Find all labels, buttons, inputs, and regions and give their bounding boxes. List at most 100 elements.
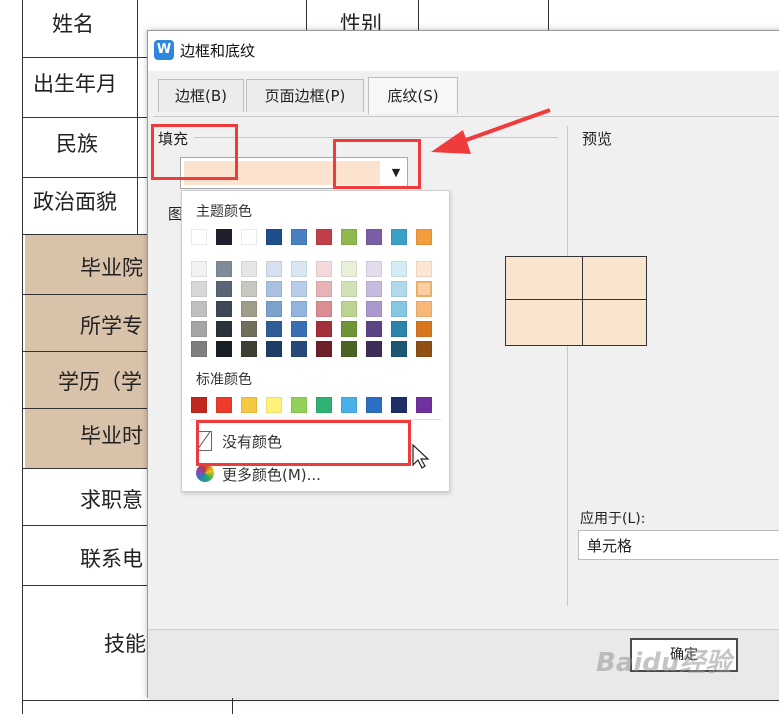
label-job-intention: 求职意 xyxy=(80,488,143,512)
theme-shade-swatch[interactable] xyxy=(291,341,307,357)
theme-shade-swatch[interactable] xyxy=(416,261,432,277)
apply-to-label: 应用于(L): xyxy=(580,511,646,527)
color-wheel-icon xyxy=(196,464,214,482)
theme-shade-swatch[interactable] xyxy=(216,281,232,297)
annotation-arrow-icon xyxy=(431,108,551,154)
theme-shade-swatch[interactable] xyxy=(316,321,332,337)
annotation-box-dropdown xyxy=(333,139,421,189)
theme-shade-swatch[interactable] xyxy=(416,301,432,317)
wps-app-icon: W xyxy=(154,40,174,60)
label-major: 所学专 xyxy=(80,314,143,338)
theme-shade-swatch[interactable] xyxy=(341,301,357,317)
theme-color-swatch[interactable] xyxy=(216,229,232,245)
theme-shade-swatch[interactable] xyxy=(241,281,257,297)
theme-shade-swatch[interactable] xyxy=(216,321,232,337)
theme-color-swatch[interactable] xyxy=(266,229,282,245)
label-skills: 技能 xyxy=(104,632,146,656)
tab-borders[interactable]: 边框(B) xyxy=(158,79,244,112)
standard-color-swatch[interactable] xyxy=(191,397,207,413)
theme-shade-swatch[interactable] xyxy=(316,301,332,317)
theme-color-swatch[interactable] xyxy=(291,229,307,245)
theme-color-swatch[interactable] xyxy=(241,229,257,245)
standard-colors-title: 标准颜色 xyxy=(196,372,252,388)
theme-color-swatch[interactable] xyxy=(391,229,407,245)
dialog-title: 边框和底纹 xyxy=(180,42,256,60)
standard-color-swatch[interactable] xyxy=(391,397,407,413)
theme-shade-swatch[interactable] xyxy=(191,341,207,357)
theme-shade-swatch[interactable] xyxy=(416,341,432,357)
theme-shade-swatch[interactable] xyxy=(191,301,207,317)
more-colors-label: 更多颜色(M)... xyxy=(222,466,321,484)
theme-shade-swatch[interactable] xyxy=(341,341,357,357)
label-graduation-time: 毕业时 xyxy=(80,424,143,448)
standard-color-swatch[interactable] xyxy=(366,397,382,413)
theme-shade-swatch[interactable] xyxy=(366,261,382,277)
theme-shade-swatch[interactable] xyxy=(416,321,432,337)
theme-shade-swatch[interactable] xyxy=(366,281,382,297)
theme-shade-swatch[interactable] xyxy=(266,321,282,337)
label-name: 姓名 xyxy=(52,12,94,36)
theme-shade-swatch[interactable] xyxy=(191,261,207,277)
theme-shade-swatch[interactable] xyxy=(391,261,407,277)
theme-shade-swatch[interactable] xyxy=(391,341,407,357)
label-political: 政治面貌 xyxy=(33,190,117,214)
theme-shade-swatch[interactable] xyxy=(366,341,382,357)
standard-color-swatch[interactable] xyxy=(291,397,307,413)
mouse-cursor-icon xyxy=(412,444,430,469)
theme-shade-swatch[interactable] xyxy=(391,321,407,337)
theme-shade-swatch[interactable] xyxy=(291,301,307,317)
theme-color-swatch[interactable] xyxy=(316,229,332,245)
theme-shade-swatch[interactable] xyxy=(191,281,207,297)
preview-label: 预览 xyxy=(582,130,613,148)
theme-shade-swatch[interactable] xyxy=(316,281,332,297)
tab-page-border[interactable]: 页面边框(P) xyxy=(246,79,364,112)
standard-color-swatch[interactable] xyxy=(216,397,232,413)
theme-colors-title: 主题颜色 xyxy=(196,204,252,220)
theme-shade-swatch[interactable] xyxy=(341,261,357,277)
annotation-box-no-color xyxy=(196,420,411,466)
standard-color-swatch[interactable] xyxy=(266,397,282,413)
theme-shade-swatch[interactable] xyxy=(391,281,407,297)
label-contact: 联系电 xyxy=(80,547,143,571)
standard-color-swatch[interactable] xyxy=(416,397,432,413)
apply-to-select[interactable]: 单元格 xyxy=(578,530,779,560)
preview-table xyxy=(505,256,647,346)
theme-shade-swatch[interactable] xyxy=(216,341,232,357)
theme-shade-swatch[interactable] xyxy=(216,261,232,277)
theme-shade-swatch[interactable] xyxy=(266,301,282,317)
theme-color-swatch[interactable] xyxy=(341,229,357,245)
theme-shade-swatch[interactable] xyxy=(291,321,307,337)
theme-shade-swatch[interactable] xyxy=(216,301,232,317)
standard-color-swatch[interactable] xyxy=(316,397,332,413)
theme-shade-swatch[interactable] xyxy=(266,341,282,357)
theme-shade-swatch[interactable] xyxy=(191,321,207,337)
annotation-box-fill-label xyxy=(151,124,238,180)
label-graduated-school: 毕业院 xyxy=(80,256,143,280)
theme-shade-swatch[interactable] xyxy=(291,261,307,277)
baidu-watermark: Baidu经验 xyxy=(596,648,732,678)
theme-shade-swatch[interactable] xyxy=(366,301,382,317)
theme-shade-swatch[interactable] xyxy=(266,261,282,277)
dialog-titlebar[interactable]: W 边框和底纹 xyxy=(148,31,779,71)
theme-shade-swatch[interactable] xyxy=(241,261,257,277)
theme-shade-swatch[interactable] xyxy=(341,281,357,297)
theme-color-swatch[interactable] xyxy=(191,229,207,245)
theme-shade-swatch[interactable] xyxy=(291,281,307,297)
theme-color-swatch[interactable] xyxy=(416,229,432,245)
theme-shade-swatch[interactable] xyxy=(241,321,257,337)
theme-shade-swatch[interactable] xyxy=(316,341,332,357)
theme-shade-swatch[interactable] xyxy=(391,301,407,317)
theme-color-swatch[interactable] xyxy=(366,229,382,245)
theme-shade-swatch[interactable] xyxy=(366,321,382,337)
theme-shade-swatch[interactable] xyxy=(241,341,257,357)
theme-shade-swatch[interactable] xyxy=(416,281,432,297)
label-education: 学历（学 xyxy=(58,370,142,394)
label-birth: 出生年月 xyxy=(33,72,117,96)
theme-shade-swatch[interactable] xyxy=(266,281,282,297)
theme-shade-swatch[interactable] xyxy=(316,261,332,277)
label-ethnicity: 民族 xyxy=(56,132,98,156)
theme-shade-swatch[interactable] xyxy=(241,301,257,317)
theme-shade-swatch[interactable] xyxy=(341,321,357,337)
standard-color-swatch[interactable] xyxy=(341,397,357,413)
standard-color-swatch[interactable] xyxy=(241,397,257,413)
